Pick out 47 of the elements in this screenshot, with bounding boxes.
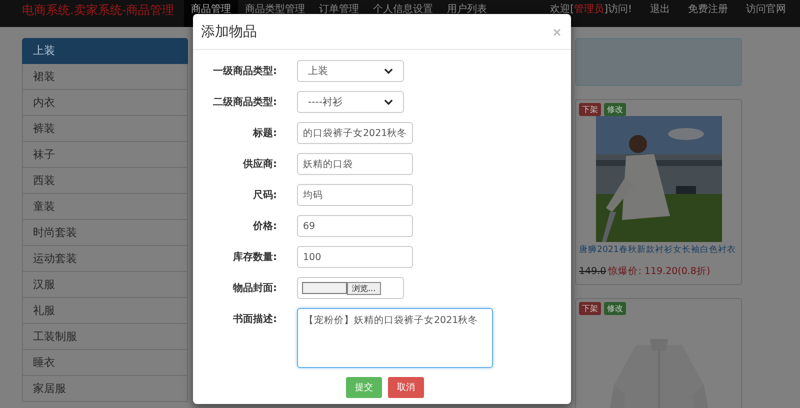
deal-price: 惊爆价: 119.20(0.8折) — [608, 266, 710, 277]
sidebar-item[interactable]: 睡衣 — [22, 350, 188, 376]
file-path-field[interactable] — [302, 282, 347, 294]
chevron-down-icon — [384, 99, 393, 105]
field-label: 书面描述: — [232, 312, 277, 326]
sidebar-item[interactable]: 裙装 — [22, 64, 188, 90]
sidebar-item[interactable]: 裤装 — [22, 116, 188, 142]
sidebar-item[interactable]: 汉服 — [22, 272, 188, 298]
description-field[interactable]: 【宠粉价】妖精的口袋裤子女2021秋冬 — [297, 308, 493, 368]
product-action-button[interactable]: 下架 — [579, 103, 601, 116]
select-field[interactable]: ----衬衫 — [297, 91, 404, 113]
nav-link[interactable]: 访问官网 — [746, 0, 786, 20]
sidebar-item[interactable]: 童装 — [22, 194, 188, 220]
input-field[interactable]: 妖精的口袋 — [297, 153, 413, 175]
field-label: 库存数量: — [232, 250, 277, 264]
field-label: 标题: — [252, 126, 277, 140]
sidebar-item[interactable]: 家居服 — [22, 376, 188, 402]
sidebar-item[interactable]: 时尚套装 — [22, 220, 188, 246]
field-label: 价格: — [252, 220, 277, 233]
field-label: 物品封面: — [232, 282, 277, 295]
product-action-button[interactable]: 下架 — [579, 302, 601, 315]
input-field[interactable]: 均码 — [297, 184, 413, 206]
field-label: 二级商品类型: — [212, 95, 277, 109]
select-field[interactable]: 上装 — [297, 60, 404, 82]
product-action-button[interactable]: 修改 — [604, 103, 626, 116]
field-label: 尺码: — [252, 189, 277, 202]
sidebar-item[interactable]: 袜子 — [22, 142, 188, 168]
original-price: 149.0 — [579, 266, 606, 277]
chevron-down-icon — [384, 68, 393, 74]
input-field[interactable]: 69 — [297, 215, 413, 237]
sidebar-item[interactable]: 礼服 — [22, 298, 188, 324]
sidebar-item[interactable]: 工装制服 — [22, 324, 188, 350]
sidebar-item[interactable]: 西装 — [22, 168, 188, 194]
product-action-button[interactable]: 修改 — [604, 302, 626, 315]
field-label: 一级商品类型: — [212, 64, 277, 78]
product-title[interactable]: 唐狮2021春秋新款衬衫女长袖白色衬衣 — [579, 244, 738, 257]
nav-link[interactable]: 免费注册 — [688, 0, 728, 20]
sidebar-item[interactable]: 上装 — [22, 38, 188, 64]
input-field[interactable]: 100 — [297, 246, 413, 268]
sidebar-item[interactable]: 运动套装 — [22, 246, 188, 272]
welcome-text: 欢迎[管理员]访问! — [550, 2, 632, 17]
nav-link[interactable]: 退出 — [650, 0, 670, 20]
form-button[interactable]: 取消 — [388, 377, 424, 398]
sidebar-item[interactable]: 内衣 — [22, 90, 188, 116]
input-field[interactable]: 的口袋裤子女2021秋冬 — [297, 122, 413, 144]
field-label: 供应商: — [242, 157, 277, 171]
browse-button[interactable]: 浏览... — [347, 282, 381, 294]
